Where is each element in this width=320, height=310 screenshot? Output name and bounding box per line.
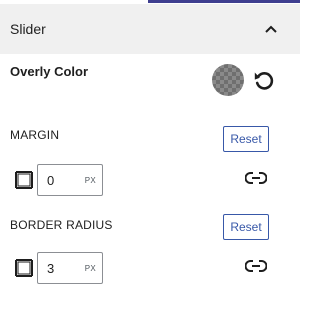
border-radius-label: BORDER RADIUS bbox=[10, 218, 113, 232]
link-icon[interactable] bbox=[244, 259, 268, 273]
overlay-color-swatch[interactable] bbox=[212, 64, 244, 96]
panel-title: Slider bbox=[10, 21, 46, 37]
margin-input[interactable]: 0 PX bbox=[37, 164, 103, 196]
box-sides-icon bbox=[14, 170, 34, 190]
margin-value: 0 bbox=[47, 172, 55, 188]
reset-arrow-icon[interactable] bbox=[252, 68, 276, 92]
chevron-up-icon[interactable] bbox=[264, 22, 278, 36]
border-radius-value: 3 bbox=[47, 260, 55, 276]
slider-panel-header[interactable]: Slider bbox=[0, 4, 300, 54]
top-accent-bar bbox=[148, 0, 300, 3]
border-radius-input[interactable]: 3 PX bbox=[37, 252, 103, 284]
margin-label: MARGIN bbox=[10, 128, 60, 142]
link-icon[interactable] bbox=[244, 171, 268, 185]
margin-reset-button[interactable]: Reset bbox=[223, 126, 269, 152]
border-radius-unit: PX bbox=[84, 263, 96, 273]
border-radius-reset-button[interactable]: Reset bbox=[223, 214, 269, 240]
overlay-color-label: Overly Color bbox=[10, 64, 89, 79]
margin-unit: PX bbox=[84, 175, 96, 185]
box-sides-icon bbox=[14, 258, 34, 278]
